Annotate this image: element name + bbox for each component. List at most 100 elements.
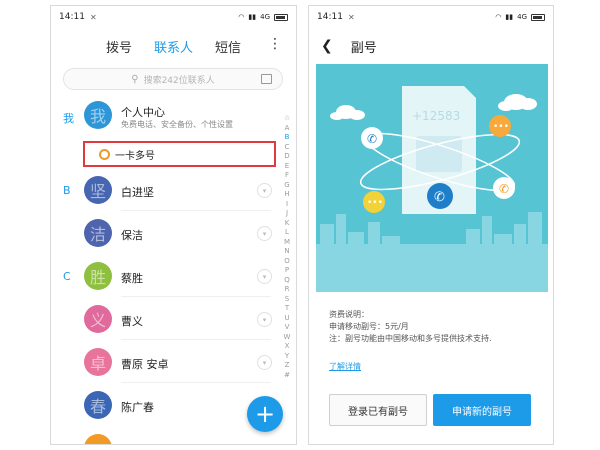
avatar[interactable]: 卓 bbox=[84, 348, 112, 376]
alphabet-letter[interactable]: Y bbox=[285, 352, 289, 362]
avatar[interactable]: 洁 bbox=[84, 219, 112, 247]
contact-name[interactable]: 曹原 安卓 bbox=[121, 356, 169, 372]
chevron-down-icon[interactable]: ▾ bbox=[257, 312, 272, 327]
personal-center-subtitle: 免费电话、安全备份、个性设置 bbox=[121, 120, 233, 129]
alphabet-letter[interactable]: I bbox=[286, 200, 288, 210]
alphabet-letter[interactable]: P bbox=[285, 266, 289, 276]
section-letter-c: C bbox=[63, 270, 71, 283]
alphabet-letter[interactable]: V bbox=[285, 323, 290, 333]
avatar[interactable]: 春 bbox=[84, 391, 112, 419]
tab-sms[interactable]: 短信 bbox=[215, 37, 241, 56]
alphabet-letter[interactable]: U bbox=[284, 314, 289, 324]
search-placeholder: 搜索242位联系人 bbox=[143, 75, 215, 86]
tab-bar: 拨号 联系人 短信 ⋮ bbox=[51, 31, 296, 61]
chevron-down-icon[interactable]: ▾ bbox=[257, 183, 272, 198]
chat-bubble-icon: ••• bbox=[489, 115, 511, 137]
contact-name[interactable]: 白进坚 bbox=[121, 184, 154, 200]
alphabet-letter[interactable]: D bbox=[284, 152, 289, 162]
contact-name[interactable]: 保洁 bbox=[121, 227, 143, 243]
multi-number-label: 一卡多号 bbox=[115, 150, 155, 162]
avatar-char: 义 bbox=[89, 311, 106, 330]
alphabet-letter[interactable]: Q bbox=[284, 276, 290, 286]
avatar[interactable]: 胜 bbox=[84, 262, 112, 290]
alphabet-letter[interactable]: O bbox=[284, 257, 290, 267]
search-input[interactable]: ⚲ 搜索242位联系人 bbox=[63, 68, 283, 90]
avatar[interactable]: 坚 bbox=[84, 176, 112, 204]
alphabet-letter[interactable]: C bbox=[285, 143, 290, 153]
city-skyline bbox=[316, 212, 548, 292]
divider bbox=[121, 382, 271, 383]
network-label: 4G bbox=[260, 13, 270, 21]
tab-contacts[interactable]: 联系人 bbox=[154, 37, 193, 56]
call-center-icon: ✆ bbox=[427, 183, 453, 209]
alphabet-letter[interactable]: # bbox=[284, 371, 290, 381]
svg-text:✆: ✆ bbox=[367, 132, 377, 146]
alphabet-letter[interactable]: L bbox=[285, 228, 289, 238]
alphabet-letter[interactable]: W bbox=[284, 333, 291, 343]
secondary-number-screen: 14:11 ✕ ◠ ▮▮ 4G ❮ 副号 +12583 ✆ ••• ••• ✆ … bbox=[308, 5, 554, 445]
alphabet-letter[interactable]: E bbox=[285, 162, 289, 172]
alphabet-letter[interactable]: B bbox=[285, 133, 290, 143]
svg-text:•••: ••• bbox=[367, 198, 383, 208]
divider bbox=[121, 296, 271, 297]
signal-icon: ▮▮ bbox=[248, 13, 257, 21]
fee-info: 资费说明： 申请移动副号：5元/月 注：副号功能由中国移动和多号提供技术支持. bbox=[329, 309, 492, 345]
chevron-down-icon[interactable]: ▾ bbox=[257, 269, 272, 284]
svg-text:✆: ✆ bbox=[434, 190, 445, 205]
avatar-partial[interactable] bbox=[84, 434, 112, 444]
avatar[interactable]: 我 bbox=[84, 101, 112, 129]
login-existing-button[interactable]: 登录已有副号 bbox=[329, 394, 427, 426]
personal-center-title[interactable]: 个人中心 bbox=[121, 104, 165, 120]
avatar[interactable]: 义 bbox=[84, 305, 112, 333]
contacts-screen: 14:11 ✕ ◠ ▮▮ 4G 拨号 联系人 短信 ⋮ ⚲ 搜索242位联系人 … bbox=[50, 5, 297, 445]
alphabet-letter[interactable]: R bbox=[285, 285, 290, 295]
divider bbox=[121, 210, 271, 211]
phone-node-icon: ✆ bbox=[361, 127, 383, 149]
fee-title: 资费说明： bbox=[329, 310, 369, 319]
page-title: 副号 bbox=[350, 40, 377, 56]
alphabet-letter[interactable]: A bbox=[285, 124, 290, 134]
divider bbox=[121, 339, 271, 340]
fee-note: 注：副号功能由中国移动和多号提供技术支持. bbox=[329, 334, 492, 343]
alphabet-letter[interactable]: N bbox=[284, 247, 289, 257]
add-contact-button[interactable]: + bbox=[247, 396, 283, 432]
tab-dial[interactable]: 拨号 bbox=[106, 37, 132, 56]
alphabet-letter[interactable]: ☆ bbox=[284, 114, 290, 124]
alphabet-letter[interactable]: Z bbox=[285, 361, 290, 371]
avatar-char: 胜 bbox=[89, 268, 106, 287]
alphabet-letter[interactable]: G bbox=[284, 181, 289, 191]
alphabet-letter[interactable]: H bbox=[284, 190, 289, 200]
alphabet-letter[interactable]: J bbox=[286, 209, 288, 219]
apply-new-button[interactable]: 申请新的副号 bbox=[433, 394, 531, 426]
sim-number: +12583 bbox=[412, 109, 460, 123]
alphabet-letter[interactable]: F bbox=[285, 171, 289, 181]
status-bar: 14:11 ✕ ◠ ▮▮ 4G bbox=[309, 6, 553, 28]
alphabet-letter[interactable]: S bbox=[285, 295, 289, 305]
multi-number-icon bbox=[99, 148, 110, 160]
back-arrow-icon[interactable]: ❮ bbox=[321, 38, 333, 54]
learn-more-link[interactable]: 了解详情 bbox=[329, 361, 361, 372]
avatar-char: 洁 bbox=[89, 225, 106, 244]
contact-name[interactable]: 蔡胜 bbox=[121, 270, 143, 286]
more-menu-icon[interactable]: ⋮ bbox=[268, 36, 282, 52]
chevron-down-icon[interactable]: ▾ bbox=[257, 355, 272, 370]
phone-node-icon: ✆ bbox=[493, 177, 515, 199]
svg-text:•••: ••• bbox=[493, 122, 509, 132]
chevron-down-icon[interactable]: ▾ bbox=[257, 226, 272, 241]
multi-number-row[interactable]: 一卡多号 bbox=[83, 141, 276, 167]
svg-text:✆: ✆ bbox=[499, 182, 509, 196]
notification-icon: ✕ bbox=[347, 12, 355, 22]
alphabet-letter[interactable]: T bbox=[285, 304, 289, 314]
hero-svg: +12583 ✆ ••• ••• ✆ ✆ bbox=[316, 86, 548, 292]
alphabet-letter[interactable]: K bbox=[285, 219, 290, 229]
cloud-icon bbox=[498, 94, 537, 111]
alphabet-letter[interactable]: M bbox=[284, 238, 290, 248]
hero-illustration: +12583 ✆ ••• ••• ✆ ✆ bbox=[316, 64, 548, 292]
wifi-icon: ◠ bbox=[495, 13, 502, 21]
contact-name[interactable]: 陈广春 bbox=[121, 399, 154, 415]
card-scan-icon[interactable] bbox=[261, 74, 272, 84]
alphabet-index[interactable]: ☆ A B C D E F G H I J K L M N O P Q R S T U V W X Y Z # bbox=[282, 114, 292, 380]
alphabet-letter[interactable]: X bbox=[285, 342, 290, 352]
contact-name[interactable]: 曹义 bbox=[121, 313, 143, 329]
status-time: 14:11 bbox=[59, 12, 85, 22]
